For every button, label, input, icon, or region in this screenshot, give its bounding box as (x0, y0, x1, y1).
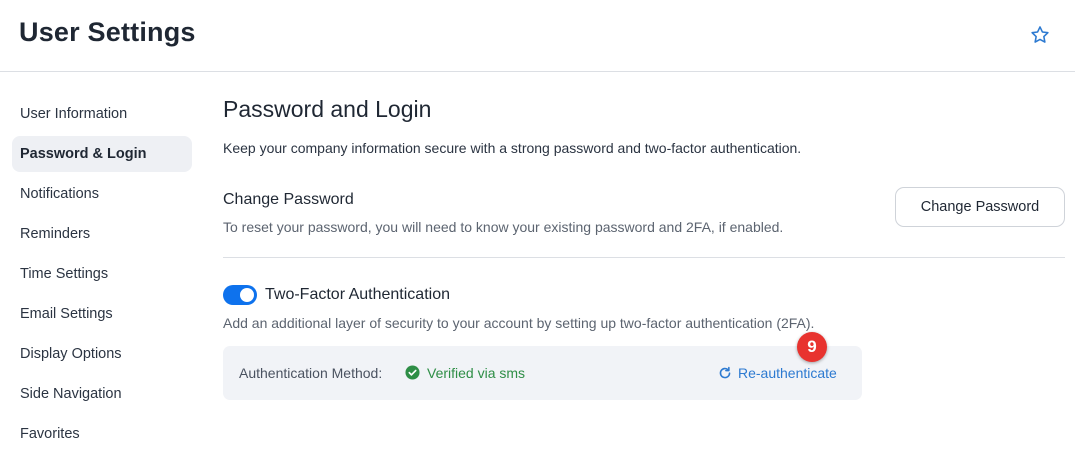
change-password-title: Change Password (223, 191, 354, 208)
step-number-badge: 9 (797, 332, 827, 362)
sidebar-item-reminders[interactable]: Reminders (12, 216, 192, 252)
sidebar-item-label: Time Settings (20, 266, 109, 282)
check-circle-icon (405, 365, 420, 380)
sidebar-item-time-settings[interactable]: Time Settings (12, 256, 192, 292)
sidebar-item-password-login[interactable]: Password & Login (12, 136, 192, 172)
sidebar-item-label: Display Options (20, 346, 122, 362)
reauthenticate-link[interactable]: Re-authenticate (718, 365, 837, 381)
sidebar-item-label: Reminders (20, 226, 91, 242)
star-outline-icon (1031, 26, 1049, 43)
two-factor-description: Add an additional layer of security to y… (223, 315, 815, 331)
page-title: User Settings (19, 17, 196, 47)
sidebar-item-favorites[interactable]: Favorites (12, 416, 192, 452)
section-divider (223, 257, 1065, 258)
change-password-description: To reset your password, you will need to… (223, 219, 784, 235)
sidebar-item-label: Side Navigation (20, 386, 122, 402)
settings-main: Password and Login Keep your company inf… (223, 96, 1065, 400)
two-factor-title: Two-Factor Authentication (265, 286, 450, 303)
settings-sidebar: User Information Password & Login Notifi… (12, 96, 192, 456)
auth-method-value: Verified via sms (427, 365, 526, 381)
reauthenticate-label: Re-authenticate (738, 365, 837, 381)
sidebar-item-email-settings[interactable]: Email Settings (12, 296, 192, 332)
auth-method-label: Authentication Method: (239, 365, 383, 381)
two-factor-toggle[interactable] (223, 285, 257, 305)
section-title: Password and Login (223, 96, 432, 122)
sidebar-item-side-navigation[interactable]: Side Navigation (12, 376, 192, 412)
sidebar-item-display-options[interactable]: Display Options (12, 336, 192, 372)
refresh-icon (719, 366, 731, 379)
favorite-button[interactable] (1027, 22, 1053, 48)
sidebar-item-label: Favorites (20, 426, 80, 442)
change-password-button[interactable]: Change Password (895, 187, 1065, 227)
sidebar-item-notifications[interactable]: Notifications (12, 176, 192, 212)
page-header: User Settings (0, 0, 1075, 72)
toggle-knob (240, 288, 254, 302)
sidebar-item-label: Password & Login (20, 146, 147, 162)
sidebar-item-user-information[interactable]: User Information (12, 96, 192, 132)
section-description: Keep your company information secure wit… (223, 140, 802, 156)
sidebar-item-label: Notifications (20, 186, 99, 202)
auth-method-panel: Authentication Method: Verified via sms … (223, 346, 862, 400)
sidebar-item-label: User Information (20, 106, 128, 122)
sidebar-item-label: Email Settings (20, 306, 113, 322)
